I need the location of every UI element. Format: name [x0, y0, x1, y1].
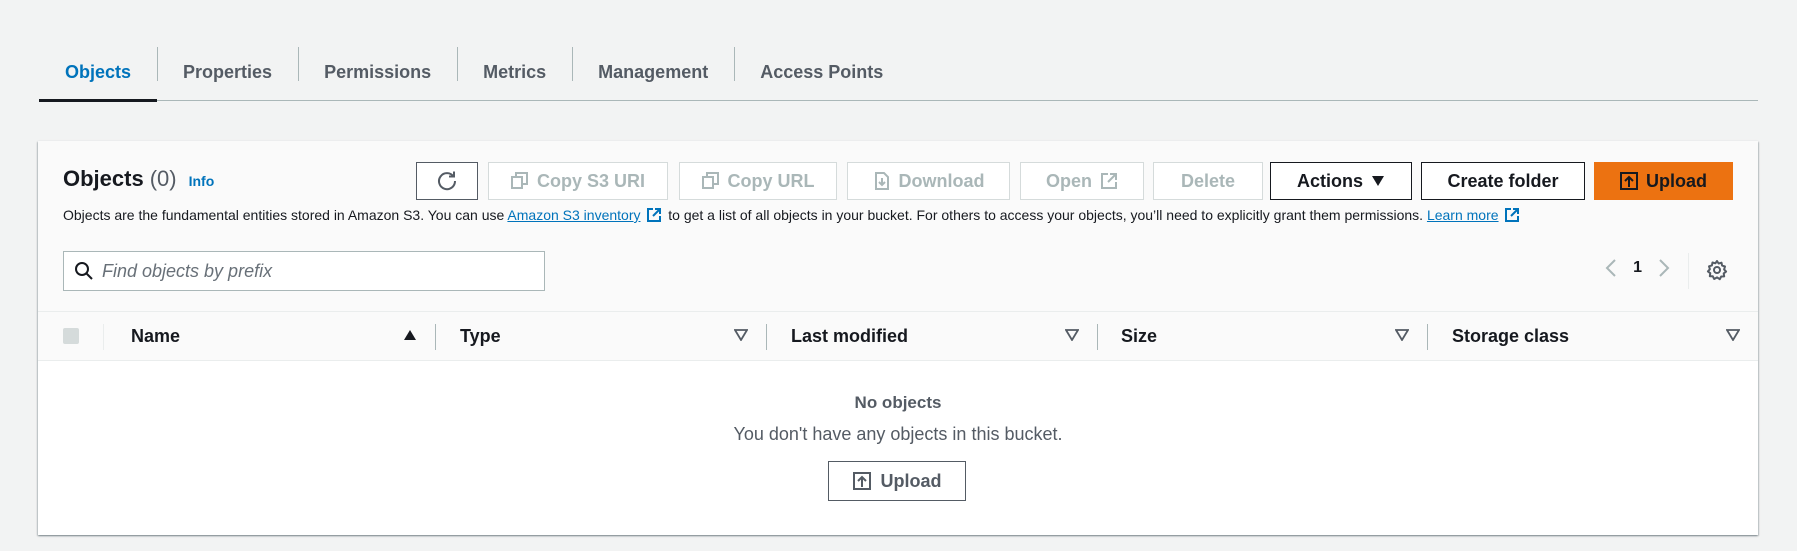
column-header-storage-class[interactable]: Storage class: [1452, 312, 1569, 360]
column-header-last-modified[interactable]: Last modified: [791, 312, 908, 360]
empty-state-title: No objects: [854, 393, 942, 412]
download-label: Download: [898, 170, 985, 191]
column-header-name[interactable]: Name: [131, 312, 180, 360]
object-count: (0): [149, 166, 177, 191]
panel-header: Objects (0) Info: [63, 166, 214, 192]
column-divider: [103, 324, 104, 350]
pagination: 1: [1605, 258, 1670, 278]
open-label: Open: [1045, 170, 1092, 191]
column-divider[interactable]: [1097, 324, 1098, 350]
delete-label: Delete: [1180, 170, 1236, 191]
actions-dropdown[interactable]: Actions: [1270, 162, 1412, 200]
empty-state-description: You don't have any objects in this bucke…: [733, 424, 1063, 444]
actions-label: Actions: [1296, 170, 1363, 191]
refresh-icon: [438, 171, 457, 191]
open-button[interactable]: Open: [1020, 162, 1144, 200]
tab-properties[interactable]: Properties: [157, 44, 298, 100]
copy-s3-uri-label: Copy S3 URI: [536, 170, 646, 191]
column-divider[interactable]: [1427, 324, 1428, 350]
divider: [1688, 253, 1689, 289]
copy-s3-uri-button[interactable]: Copy S3 URI: [488, 162, 668, 200]
tab-management[interactable]: Management: [572, 44, 734, 100]
description-text: Objects are the fundamental entities sto…: [63, 207, 508, 223]
refresh-button[interactable]: [416, 162, 478, 200]
info-link[interactable]: Info: [189, 173, 215, 189]
sort-icon[interactable]: [1726, 329, 1740, 341]
search-icon: [75, 262, 93, 280]
empty-state-upload-label: Upload: [880, 470, 942, 491]
column-divider[interactable]: [435, 324, 436, 350]
panel-description: Objects are the fundamental entities sto…: [63, 207, 1522, 223]
upload-button[interactable]: Upload: [1594, 162, 1733, 200]
tab-objects[interactable]: Objects: [39, 44, 158, 102]
current-page[interactable]: 1: [1633, 259, 1642, 277]
create-folder-label: Create folder: [1447, 170, 1559, 191]
tab-bar: Objects Properties Permissions Metrics M…: [39, 44, 1758, 102]
copy-url-label: Copy URL: [727, 170, 815, 191]
learn-more-link[interactable]: Learn more: [1427, 207, 1499, 223]
upload-icon: [1620, 172, 1638, 190]
chevron-right-icon[interactable]: [1658, 258, 1670, 278]
external-link-icon: [1101, 173, 1117, 189]
download-icon: [874, 172, 889, 190]
download-button[interactable]: Download: [847, 162, 1010, 200]
table-header: Name Type Last modified Size Storage cla…: [38, 311, 1758, 361]
tab-permissions[interactable]: Permissions: [298, 44, 457, 100]
gear-icon[interactable]: [1706, 259, 1728, 281]
sort-icon[interactable]: [1065, 329, 1079, 341]
panel-title: Objects: [63, 166, 144, 191]
create-folder-button[interactable]: Create folder: [1421, 162, 1585, 200]
select-all-checkbox[interactable]: [63, 328, 79, 344]
copy-icon: [510, 172, 528, 189]
sort-icon[interactable]: [734, 329, 748, 341]
empty-state-upload-button[interactable]: Upload: [828, 461, 966, 501]
sort-icon[interactable]: [1395, 329, 1409, 341]
table-body: No objects You don't have any objects in…: [38, 361, 1758, 535]
external-link-icon: [1505, 208, 1520, 222]
tab-access-points[interactable]: Access Points: [734, 44, 909, 100]
description-text-2: to get a list of all objects in your buc…: [664, 207, 1427, 223]
chevron-left-icon[interactable]: [1605, 258, 1617, 278]
external-link-icon: [647, 208, 662, 222]
column-header-type[interactable]: Type: [460, 312, 501, 360]
objects-panel: Objects (0) Info Copy S3 URI Copy URL Do…: [38, 141, 1758, 535]
copy-url-button[interactable]: Copy URL: [679, 162, 837, 200]
upload-icon: [852, 472, 871, 490]
column-divider[interactable]: [766, 324, 767, 350]
upload-label: Upload: [1646, 170, 1707, 191]
column-header-size[interactable]: Size: [1121, 312, 1157, 360]
caret-down-icon: [1372, 176, 1384, 186]
tab-metrics[interactable]: Metrics: [457, 44, 572, 100]
s3-inventory-link[interactable]: Amazon S3 inventory: [507, 207, 640, 223]
copy-icon: [701, 172, 719, 189]
search-input[interactable]: [102, 260, 522, 282]
sort-ascending-icon[interactable]: [403, 329, 417, 341]
search-box: [63, 251, 545, 291]
delete-button[interactable]: Delete: [1153, 162, 1263, 200]
